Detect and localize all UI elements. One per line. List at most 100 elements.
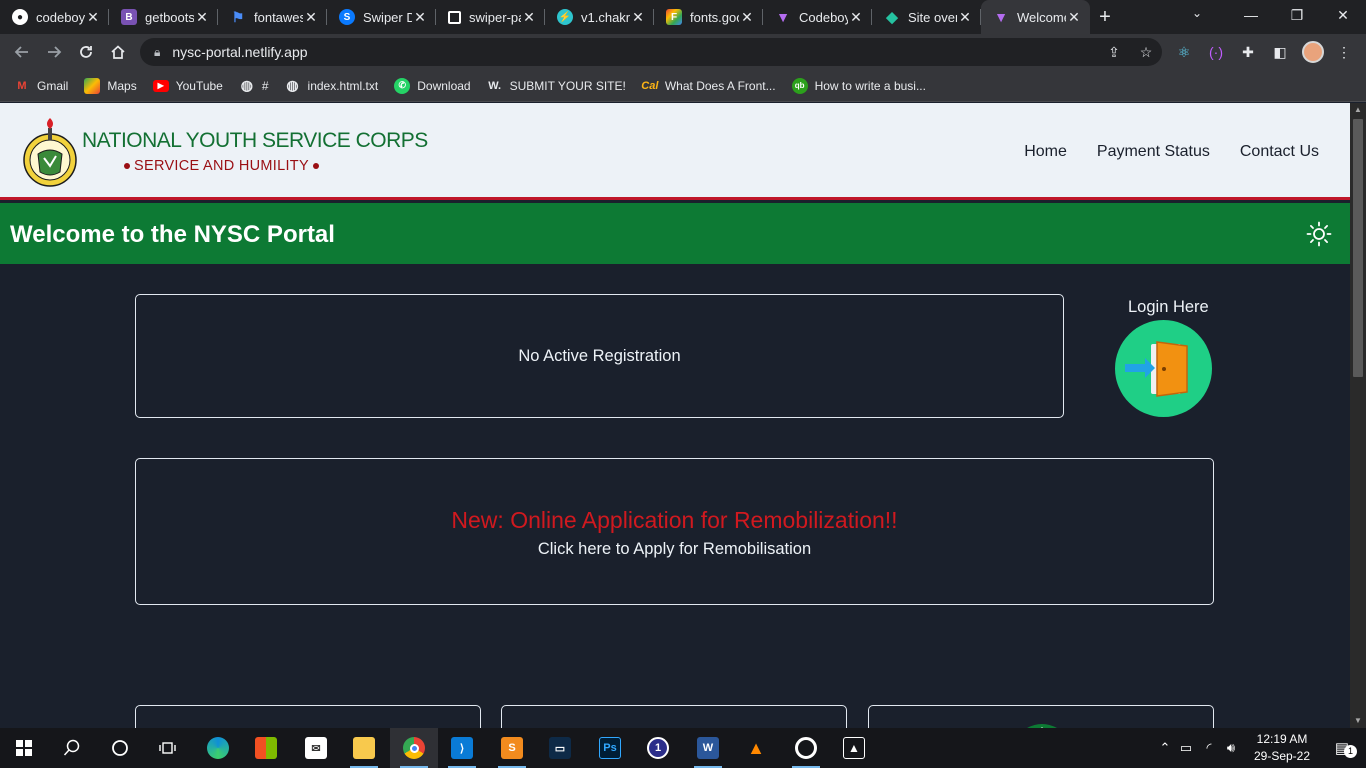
browser-tab[interactable]: S Swiper Demos ✕ (327, 0, 436, 34)
address-bar[interactable]: 🔒︎ nysc-portal.netlify.app ⇪ ☆ (140, 38, 1162, 66)
search-icon[interactable] (48, 728, 96, 768)
photos-icon[interactable]: ▲ (830, 728, 878, 768)
new-tab-button[interactable]: + (1090, 0, 1120, 34)
cortana-icon[interactable] (96, 728, 144, 768)
side-panel-icon[interactable]: ◧ (1270, 42, 1290, 62)
restore-button[interactable]: ❐ (1274, 0, 1320, 30)
file-explorer-icon[interactable] (340, 728, 388, 768)
close-window-button[interactable]: ✕ (1320, 0, 1366, 30)
nav-home[interactable]: Home (1024, 143, 1067, 161)
back-button[interactable] (6, 36, 38, 68)
close-icon[interactable]: ✕ (303, 9, 319, 26)
app-target-icon[interactable] (782, 728, 830, 768)
close-icon[interactable]: ✕ (630, 9, 646, 26)
store-icon[interactable] (242, 728, 290, 768)
bookmark-frontend[interactable]: Cal What Does A Front... (641, 78, 776, 94)
browser-tab[interactable]: ⚑ fontawesome ✕ (218, 0, 327, 34)
page-scrollbar[interactable]: ▲ ▼ (1350, 103, 1366, 728)
github-icon: ● (12, 9, 28, 25)
netlify-icon: ◆ (886, 9, 898, 26)
task-view-icon[interactable] (144, 728, 192, 768)
vscode-icon[interactable]: ⟩ (438, 728, 486, 768)
feature-card[interactable] (868, 705, 1214, 728)
profile-avatar[interactable] (1302, 41, 1324, 63)
react-devtools-icon[interactable]: ⚛ (1174, 42, 1194, 62)
minimize-button[interactable]: — (1228, 0, 1274, 30)
tab-search-button[interactable]: ⌄ (1192, 6, 1202, 20)
reload-button[interactable] (70, 36, 102, 68)
remobilization-card[interactable]: New: Online Application for Remobilizati… (135, 458, 1214, 605)
kebab-menu-icon[interactable]: ⋮ (1334, 42, 1354, 62)
share-icon[interactable]: ⇪ (1098, 44, 1130, 61)
mail-icon[interactable]: ✉ (292, 728, 340, 768)
sublime-icon[interactable]: S (488, 728, 536, 768)
chevron-up-icon[interactable]: ⌃ (1156, 740, 1174, 756)
browser-tab[interactable]: F fonts.google ✕ (654, 0, 763, 34)
flag-icon: ⚑ (231, 8, 245, 25)
wifi-icon[interactable]: ◜ (1198, 740, 1220, 756)
login-button[interactable] (1115, 320, 1212, 417)
forward-button[interactable] (38, 36, 70, 68)
bookmark-hash[interactable]: ◍ # (239, 77, 269, 94)
browser-tab[interactable]: B getboots ✕ (109, 0, 218, 34)
scroll-up-icon[interactable]: ▲ (1350, 103, 1366, 117)
extension-icon[interactable]: (·) (1206, 42, 1226, 62)
bookmark-download[interactable]: ✆ Download (394, 77, 471, 94)
chrome-icon[interactable] (390, 728, 438, 768)
browser-tab[interactable]: ◆ Site overview ✕ (872, 0, 981, 34)
reload-icon (80, 46, 92, 58)
bookmark-star-icon[interactable]: ☆ (1130, 44, 1162, 61)
windows-start-icon (16, 740, 32, 756)
globe-icon: ◍ (240, 77, 253, 93)
browser-tab-active[interactable]: ▼ Welcome ✕ (981, 0, 1090, 34)
close-icon[interactable]: ✕ (957, 9, 973, 26)
feature-card[interactable] (135, 705, 481, 728)
close-icon[interactable]: ✕ (521, 9, 537, 26)
motto-text: SERVICE AND HUMILITY (134, 158, 309, 174)
battery-icon[interactable]: ▭ (1174, 740, 1198, 756)
edge-icon[interactable] (194, 728, 242, 768)
puzzle-icon[interactable]: ✚ (1238, 42, 1258, 62)
bookmark-business[interactable]: qb How to write a busi... (791, 77, 926, 94)
close-icon[interactable]: ✕ (85, 9, 101, 26)
taskbar-clock[interactable]: 12:19 AM 29-Sep-22 (1248, 731, 1316, 765)
nav-payment-status[interactable]: Payment Status (1097, 143, 1210, 161)
start-button[interactable] (0, 728, 48, 768)
notification-center-icon[interactable]: ▤ 1 (1318, 728, 1366, 768)
scrollbar-thumb[interactable] (1353, 119, 1363, 377)
sun-icon[interactable] (1306, 221, 1332, 247)
vlc-icon[interactable]: ▲ (732, 728, 780, 768)
badge-icon (1027, 724, 1057, 728)
close-icon[interactable]: ✕ (194, 9, 210, 26)
bookmark-label: What Does A Front... (664, 78, 776, 93)
browser-tab[interactable]: ▼ Codeboy ✕ (763, 0, 872, 34)
browser-tab[interactable]: swiper-pagination ✕ (436, 0, 545, 34)
volume-icon[interactable]: 🔊︎ (1220, 740, 1242, 756)
browser-tab[interactable]: ⚡ v1.chakra-ui ✕ (545, 0, 654, 34)
word-icon[interactable]: W (684, 728, 732, 768)
vite-icon: ▼ (776, 9, 790, 25)
bookmark-gmail[interactable]: M Gmail (14, 78, 68, 94)
bookmark-submit[interactable]: W. SUBMIT YOUR SITE! (487, 78, 626, 94)
terminal-icon[interactable]: ▭ (536, 728, 584, 768)
app-1-icon[interactable]: 1 (634, 728, 682, 768)
tab-title: getboots (145, 9, 194, 25)
scroll-down-icon[interactable]: ▼ (1350, 714, 1366, 728)
tab-title: fonts.google (690, 9, 739, 25)
nav-contact-us[interactable]: Contact Us (1240, 143, 1319, 161)
browser-tab[interactable]: ● codeboy ✕ (0, 0, 109, 34)
photoshop-icon[interactable]: Ps (586, 728, 634, 768)
close-icon[interactable]: ✕ (412, 9, 428, 26)
notification-count: 1 (1344, 745, 1357, 758)
remobilization-link[interactable]: Click here to Apply for Remobilisation (136, 540, 1213, 559)
feature-card[interactable] (501, 705, 847, 728)
berkeley-icon: Cal (641, 79, 659, 92)
home-button[interactable] (102, 36, 134, 68)
tab-title: v1.chakra-ui (581, 9, 630, 25)
bookmark-youtube[interactable]: ▶ YouTube (152, 79, 223, 93)
close-icon[interactable]: ✕ (1066, 9, 1082, 26)
bookmark-index[interactable]: ◍ index.html.txt (285, 77, 378, 94)
bookmark-maps[interactable]: Maps (84, 77, 137, 94)
close-icon[interactable]: ✕ (739, 9, 755, 26)
close-icon[interactable]: ✕ (848, 9, 864, 26)
